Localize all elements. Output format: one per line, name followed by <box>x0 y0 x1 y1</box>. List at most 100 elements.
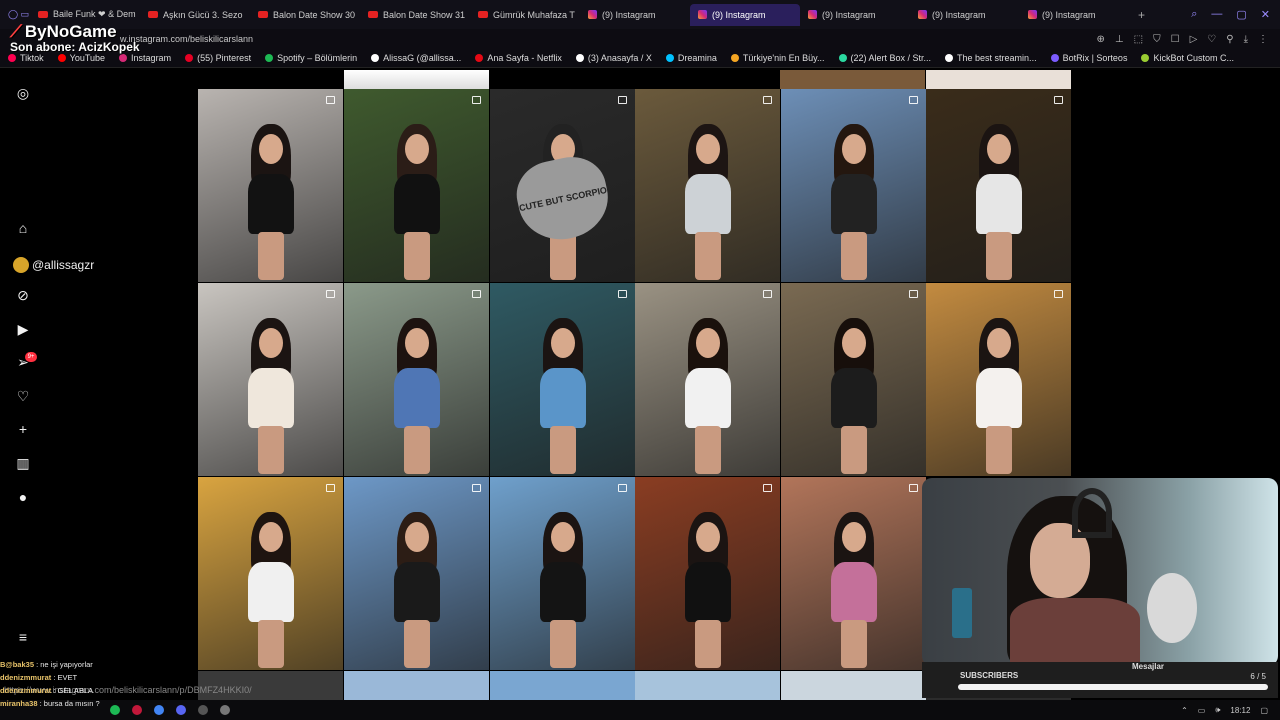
browser-tab-bar: ◯ ▭ Baile Funk ❤ & Dem Aşkın Gücü 3. Sezo… <box>0 0 1280 29</box>
bookmark-item[interactable]: Tiktok <box>8 53 44 63</box>
download-icon[interactable]: ⤓ <box>1244 34 1248 45</box>
compass-icon[interactable]: ⊘ <box>14 286 32 304</box>
post-subject-outfit <box>393 562 440 622</box>
home-icon[interactable]: ⌂ <box>14 219 32 237</box>
subscribers-label: SUBSCRIBERS <box>960 671 1019 680</box>
bookmark-item[interactable]: (55) Pinterest <box>185 53 251 63</box>
profile-avatar[interactable]: ● <box>14 488 32 506</box>
bookmark-favicon-icon <box>119 54 128 62</box>
tab-7[interactable]: (9) Instagram <box>800 4 910 26</box>
bookmark-item[interactable]: (22) Alert Box / Str... <box>838 53 931 63</box>
tab-label: Gümrük Muhafaza T <box>493 9 575 20</box>
bookmark-item[interactable]: YouTube <box>57 53 106 63</box>
post-thumbnail[interactable] <box>344 283 489 476</box>
bookmark-favicon-icon <box>8 54 16 62</box>
heart-icon[interactable]: ♡ <box>1207 34 1216 45</box>
reels-icon[interactable]: ▶ <box>14 320 32 338</box>
bookmark-item[interactable]: The best streamin... <box>945 53 1037 63</box>
tab-9[interactable]: (9) Instagram <box>1020 4 1130 26</box>
post-thumbnail[interactable] <box>635 89 780 282</box>
tab-4[interactable]: Gümrük Muhafaza T <box>470 4 580 26</box>
bookmark-item[interactable]: Ana Sayfa - Netflix <box>475 53 562 63</box>
post-thumbnail[interactable] <box>781 89 926 282</box>
pin-icon[interactable]: ⊥ <box>1115 34 1124 45</box>
post-subject <box>528 502 598 670</box>
more-icon[interactable]: ⋮ <box>1258 34 1268 45</box>
post-subject <box>236 502 306 670</box>
post-thumbnail[interactable] <box>781 283 926 476</box>
post-thumbnail[interactable] <box>926 89 1071 282</box>
bookmark-item[interactable]: (3) Anasayfa / X <box>575 53 652 63</box>
bookmark-label: YouTube <box>69 53 106 63</box>
post-subject <box>382 502 452 670</box>
minimize-button[interactable]: — <box>1211 8 1222 21</box>
webcam-shirt <box>1010 598 1140 666</box>
post-thumbnail[interactable] <box>490 477 635 670</box>
bookmark-item[interactable]: Spotify – Bölümlerin <box>265 53 357 63</box>
youtube-icon <box>368 11 378 18</box>
tab-8[interactable]: (9) Instagram <box>910 4 1020 26</box>
close-button[interactable]: ✕ <box>1261 8 1270 21</box>
post-subject <box>236 114 306 282</box>
post-subject-legs <box>257 426 284 474</box>
plush-toy <box>1147 573 1197 643</box>
screenshot-icon[interactable]: ⬚ <box>1134 34 1143 45</box>
tab-6[interactable]: (9) Instagram <box>690 3 800 26</box>
bookmark-label: Spotify – Bölümlerin <box>277 53 358 63</box>
stream-subscriber-panel: SUBSCRIBERS Mesajlar 6 / 5 <box>922 662 1278 698</box>
search-icon[interactable]: ⌕ <box>1191 8 1197 21</box>
chat-username: B@bak35 <box>0 660 34 669</box>
bookmark-favicon-icon <box>1050 54 1059 62</box>
post-thumbnail[interactable] <box>198 477 343 670</box>
post-subject-outfit <box>247 562 294 622</box>
play-icon[interactable]: ▷ <box>1190 34 1198 45</box>
notifications-heart-icon[interactable]: ♡ <box>14 387 32 405</box>
bookmark-label: Dreamina <box>677 53 717 63</box>
post-subject-face <box>404 522 429 552</box>
post-thumbnail[interactable] <box>344 477 489 670</box>
maximize-button[interactable]: ▢ <box>1236 8 1246 21</box>
clock[interactable]: 18:12 <box>1230 706 1250 715</box>
post-thumbnail[interactable] <box>781 477 926 670</box>
instagram-logo-icon[interactable]: ◎ <box>14 84 32 102</box>
bookmark-icon[interactable]: ☐ <box>1171 34 1180 45</box>
dashboard-icon[interactable]: ▥ <box>14 454 32 472</box>
post-thumbnail[interactable] <box>198 283 343 476</box>
new-tab-button[interactable]: + <box>1138 8 1145 22</box>
post-subject-legs <box>840 620 867 668</box>
post-thumbnail[interactable]: CUTE BUT SCORPIO <box>490 89 635 282</box>
tab-5[interactable]: (9) Instagram <box>580 4 690 26</box>
post-subject-face <box>258 134 283 164</box>
tab-2[interactable]: Balon Date Show 30 <box>250 4 360 26</box>
post-subject-outfit <box>393 368 440 428</box>
zoom-icon[interactable]: ⊕ <box>1097 34 1105 45</box>
post-thumbnail[interactable] <box>635 477 780 670</box>
bookmark-item[interactable]: Dreamina <box>665 53 717 63</box>
network-icon[interactable]: ▭ <box>1198 706 1206 715</box>
bookmark-item[interactable]: KickBot Custom C... <box>1141 53 1234 63</box>
notifications-icon[interactable]: ▢ <box>1260 706 1268 715</box>
post-thumbnail[interactable] <box>635 283 780 476</box>
post-thumbnail[interactable] <box>344 89 489 282</box>
tab-1[interactable]: Aşkın Gücü 3. Sezo <box>140 4 250 26</box>
post-thumbnail[interactable] <box>198 89 343 282</box>
carousel-icon <box>1054 290 1063 298</box>
bookmark-item[interactable]: Instagram <box>119 53 171 63</box>
cake-caption: CUTE BUT SCORPIO <box>510 150 616 248</box>
shield-icon[interactable]: ⛉ <box>1153 34 1161 45</box>
browser-menu[interactable]: ◯ ▭ <box>0 9 30 20</box>
volume-icon[interactable]: 🕪 <box>1215 705 1220 715</box>
post-thumbnail[interactable] <box>490 283 635 476</box>
tab-3[interactable]: Balon Date Show 31 <box>360 4 470 26</box>
extensions-icon[interactable]: ⚲ <box>1226 34 1233 45</box>
create-plus-icon[interactable]: + <box>14 420 32 438</box>
post-subject-face <box>695 134 720 164</box>
post-subject-legs <box>694 232 721 280</box>
subscriber-progress-bar <box>958 684 1268 690</box>
post-thumbnail[interactable] <box>926 283 1071 476</box>
bookmark-item[interactable]: AlissaG (@allissa... <box>371 53 461 63</box>
menu-icon[interactable]: ≡ <box>14 628 32 646</box>
bookmark-item[interactable]: BotRix | Sorteos <box>1050 53 1127 63</box>
bookmark-item[interactable]: Türkiye'nin En Büy... <box>730 53 825 63</box>
tray-arrow-icon[interactable]: ⌃ <box>1181 706 1188 715</box>
